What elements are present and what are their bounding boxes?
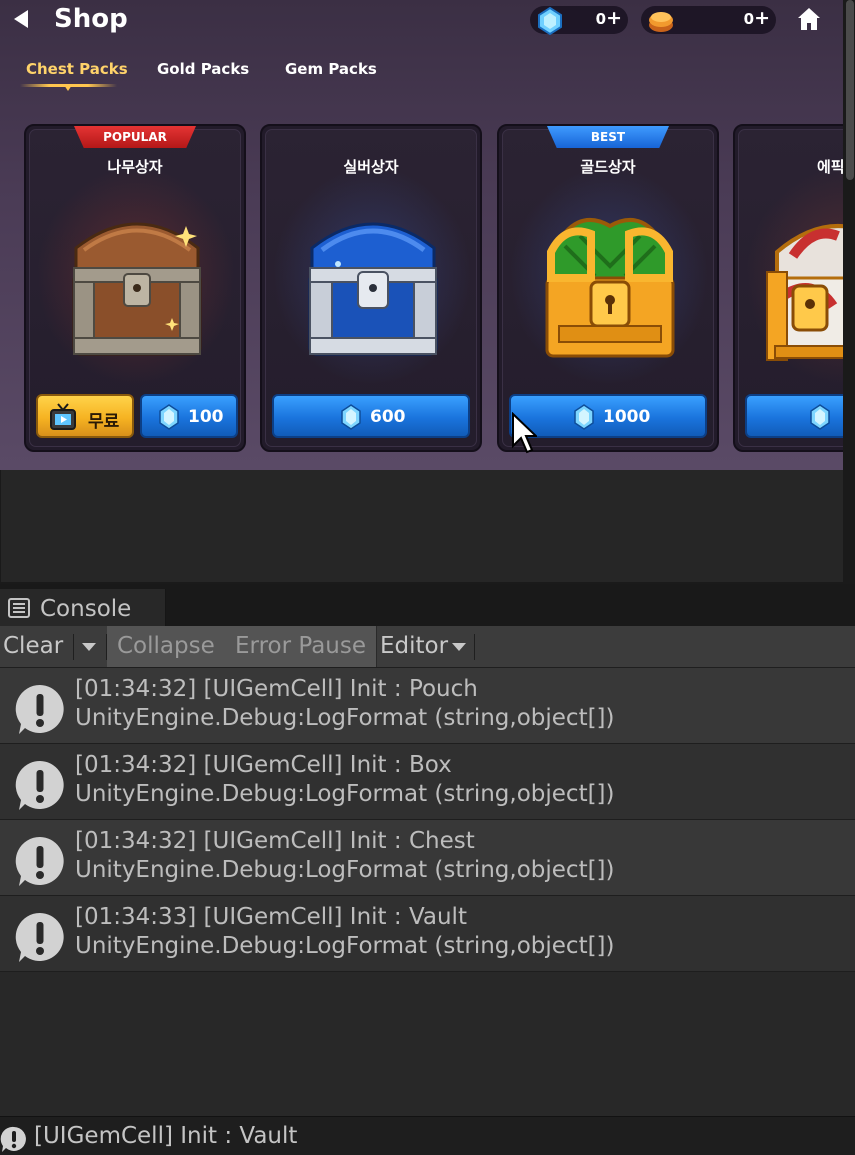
buy-gold-chest-button[interactable]: 1000 [509,394,707,438]
gem-icon [538,7,562,35]
tab-chest-packs[interactable]: Chest Packs [26,60,128,78]
chest-card-gold: BEST 골드상자 1000 [497,124,719,452]
log-info-icon [15,912,64,962]
chest-card-wood: POPULAR 나무상자 무료 100 [24,124,246,452]
buy-epic-chest-button[interactable] [745,394,843,438]
console-status-bar[interactable]: [UIGemCell] Init : Vault [0,1116,855,1155]
log-message: [01:34:33] [UIGemCell] Init : Vault [75,904,467,930]
home-icon[interactable] [796,6,822,32]
log-info-icon [15,760,64,810]
popular-ribbon: POPULAR [74,126,196,148]
game-view: Shop 0 + 0 + Chest Packs Gold Packs Gem … [0,0,855,582]
clear-options-chevron-down-icon[interactable] [80,640,98,654]
log-message: [01:34:32] [UIGemCell] Init : Box [75,752,452,778]
buy-wood-chest-button[interactable]: 100 [140,394,238,438]
console-tab-label: Console [40,596,132,622]
log-message: [01:34:32] [UIGemCell] Init : Pouch [75,676,478,702]
silver-chest-icon [308,222,438,356]
error-pause-toggle[interactable]: Error Pause [225,626,378,667]
game-view-empty-area [0,470,843,582]
console-icon [8,598,30,618]
chest-name: 나무상자 [107,158,163,176]
gold-chest-icon [545,217,675,358]
gem-icon [574,404,594,430]
chest-name: 실버상자 [343,158,399,176]
clear-button[interactable]: Clear [3,626,63,667]
best-ribbon: BEST [547,126,669,148]
buy-silver-chest-button[interactable]: 600 [272,394,470,438]
tab-gold-packs[interactable]: Gold Packs [157,60,249,78]
gem-icon [810,404,830,430]
log-stacktrace: UnityEngine.Debug:LogFormat (string,obje… [75,705,615,731]
epic-chest-icon [766,224,843,361]
log-message: [01:34:32] [UIGemCell] Init : Chest [75,828,475,854]
log-info-icon [15,836,64,886]
log-entry[interactable]: [01:34:33] [UIGemCell] Init : Vault Unit… [0,896,855,972]
gold-currency: 0 + [641,6,776,34]
price-label: 100 [188,407,224,427]
collapse-toggle[interactable]: Collapse [107,626,226,667]
gold-coin-icon [649,12,673,32]
tv-icon [50,403,76,430]
editor-chevron-down-icon[interactable] [450,640,468,654]
watch-ad-free-button[interactable]: 무료 [36,394,134,438]
status-info-icon [0,1126,26,1152]
shop-header: Shop 0 + 0 + [0,0,843,40]
chest-card-epic: 에픽 [733,124,843,452]
console-toolbar: Clear Collapse Error Pause Editor [0,626,855,668]
gem-icon [341,404,361,430]
tab-console[interactable]: Console [0,589,166,627]
editor-dropdown[interactable]: Editor [380,626,448,667]
console-log-list: [01:34:32] [UIGemCell] Init : Pouch Unit… [0,668,855,972]
price-label: 1000 [603,407,651,427]
chest-name: 골드상자 [580,158,636,176]
log-stacktrace: UnityEngine.Debug:LogFormat (string,obje… [75,933,615,959]
back-arrow-icon[interactable] [10,8,32,30]
active-tab-indicator-icon [64,85,72,91]
log-entry[interactable]: [01:34:32] [UIGemCell] Init : Box UnityE… [0,744,855,820]
free-label: 무료 [88,412,120,432]
gem-icon [159,404,179,430]
chest-card-silver: 실버상자 600 [260,124,482,452]
shop-screen: Shop 0 + 0 + Chest Packs Gold Packs Gem … [0,0,843,470]
shop-tabs: Chest Packs Gold Packs Gem Packs [0,58,843,98]
add-gold-button[interactable]: + [754,7,770,29]
price-label: 600 [370,407,406,427]
gold-count: 0 [743,10,754,28]
shop-title: Shop [54,4,128,34]
add-gem-button[interactable]: + [606,7,622,29]
gem-currency: 0 + [530,6,628,35]
console-tab-bar: Console [0,584,855,627]
wooden-chest-icon [72,222,202,356]
status-last-log: [UIGemCell] Init : Vault [34,1123,298,1149]
console-window: Console Clear Collapse Error Pause Edito… [0,582,855,1155]
log-entry[interactable]: [01:34:32] [UIGemCell] Init : Pouch Unit… [0,668,855,744]
chest-name: 에픽 [817,158,843,176]
log-entry[interactable]: [01:34:32] [UIGemCell] Init : Chest Unit… [0,820,855,896]
log-stacktrace: UnityEngine.Debug:LogFormat (string,obje… [75,857,615,883]
gem-count: 0 [595,10,606,28]
game-scrollbar-thumb[interactable] [846,0,854,180]
log-info-icon [15,684,64,734]
log-stacktrace: UnityEngine.Debug:LogFormat (string,obje… [75,781,615,807]
tab-gem-packs[interactable]: Gem Packs [285,60,377,78]
